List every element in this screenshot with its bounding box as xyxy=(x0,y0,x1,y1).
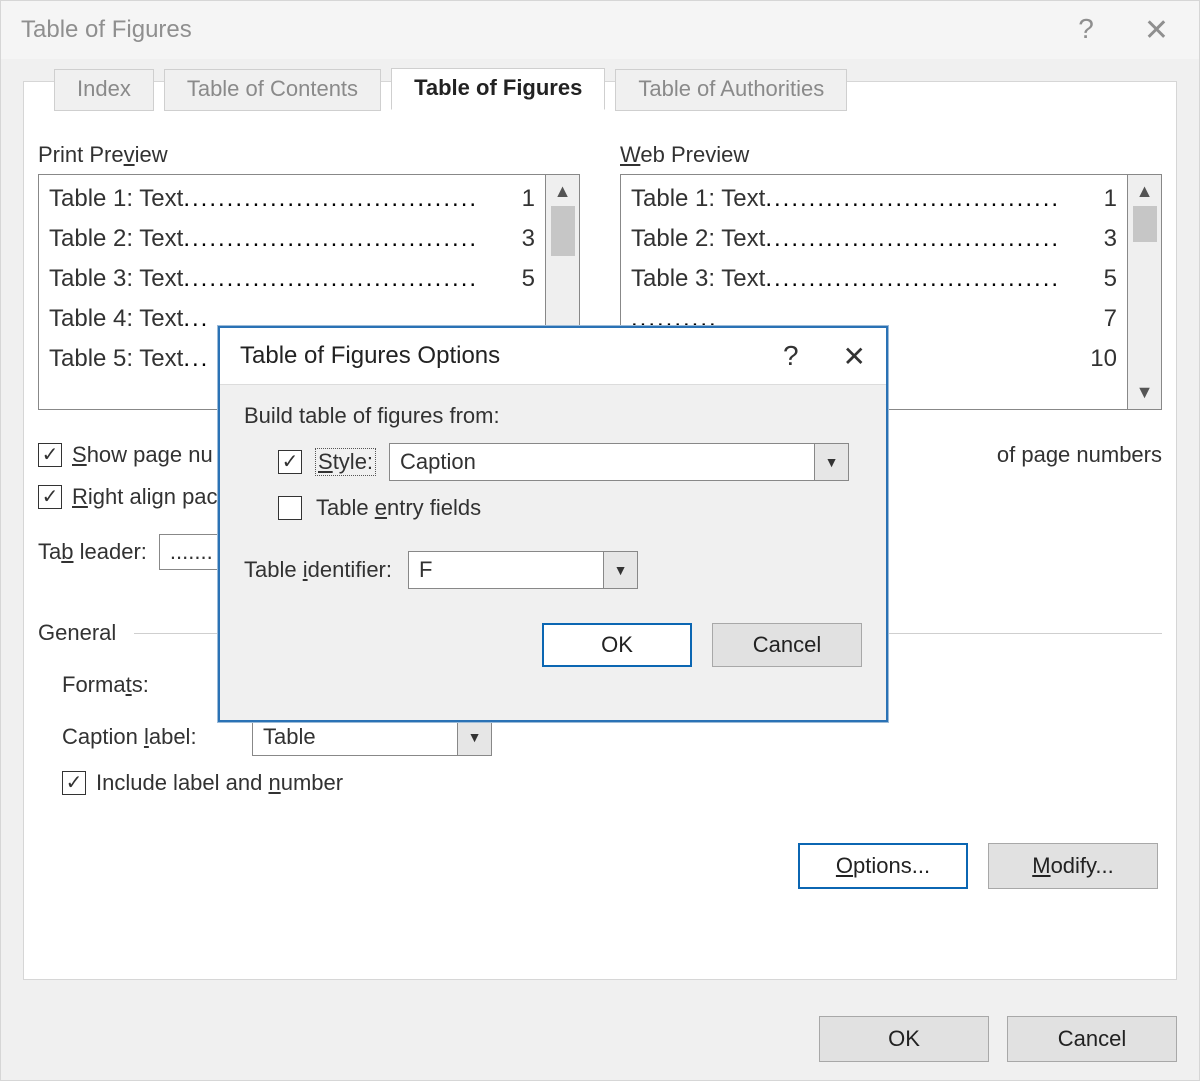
style-label: Style: xyxy=(316,449,375,475)
close-icon[interactable]: ✕ xyxy=(843,340,866,373)
checkbox-table-entry-fields[interactable] xyxy=(278,496,302,520)
build-from-label: Build table of figures from: xyxy=(244,403,862,429)
print-preview-label: Print Preview xyxy=(38,142,580,168)
tab-strip: Index Table of Contents Table of Figures… xyxy=(54,68,847,110)
modify-button[interactable]: Modify... xyxy=(988,843,1158,889)
caption-label-label: Caption label: xyxy=(62,724,232,750)
options-button[interactable]: Options... xyxy=(798,843,968,889)
help-icon[interactable]: ? xyxy=(1078,13,1094,48)
caption-label-combo[interactable]: Table ▼ xyxy=(252,718,492,756)
style-combo[interactable]: Caption ▼ xyxy=(389,443,849,481)
tab-table-of-contents[interactable]: Table of Contents xyxy=(164,69,381,111)
help-icon[interactable]: ? xyxy=(783,340,799,373)
tab-leader-label: Tab leader: xyxy=(38,539,147,565)
table-identifier-label: Table identifier: xyxy=(244,557,392,583)
checkbox-icon: ✓ xyxy=(62,771,86,795)
web-preview-label: Web Preview xyxy=(620,142,1162,168)
checkbox-style[interactable]: ✓ xyxy=(278,450,302,474)
scroll-thumb[interactable] xyxy=(1133,206,1157,242)
tab-index[interactable]: Index xyxy=(54,69,154,111)
dialog-table-of-figures-options: Table of Figures Options ? ✕ Build table… xyxy=(218,326,888,722)
checkbox-include-label-number[interactable]: ✓ Include label and number xyxy=(62,770,343,796)
checkbox-icon: ✓ xyxy=(38,485,62,509)
modal-title: Table of Figures Options xyxy=(240,342,500,370)
modal-cancel-button[interactable]: Cancel xyxy=(712,623,862,667)
chevron-down-icon[interactable]: ▼ xyxy=(603,552,637,588)
table-entry-fields-label: Table entry fields xyxy=(316,495,481,521)
scroll-up-icon[interactable]: ▲ xyxy=(1136,181,1154,202)
chevron-down-icon[interactable]: ▼ xyxy=(814,444,848,480)
tab-table-of-figures[interactable]: Table of Figures xyxy=(391,68,605,110)
close-icon[interactable]: ✕ xyxy=(1144,13,1169,48)
caption-label-value: Table xyxy=(253,719,457,755)
dialog-title: Table of Figures xyxy=(21,16,192,44)
ok-button[interactable]: OK xyxy=(819,1016,989,1062)
formats-label: Formats: xyxy=(62,672,232,698)
scroll-down-icon[interactable]: ▼ xyxy=(1136,382,1154,403)
tab-table-of-authorities[interactable]: Table of Authorities xyxy=(615,69,847,111)
checkbox-icon: ✓ xyxy=(38,443,62,467)
table-identifier-combo[interactable]: F ▼ xyxy=(408,551,638,589)
general-label: General xyxy=(38,620,116,646)
titlebar: Table of Figures ? ✕ xyxy=(1,1,1199,59)
hyperlinks-label-fragment: of page numbers xyxy=(997,442,1162,467)
scroll-up-icon[interactable]: ▲ xyxy=(554,181,572,202)
modal-ok-button[interactable]: OK xyxy=(542,623,692,667)
web-preview-scrollbar[interactable]: ▲ ▼ xyxy=(1128,174,1162,410)
chevron-down-icon[interactable]: ▼ xyxy=(457,719,491,755)
modal-titlebar: Table of Figures Options ? ✕ xyxy=(220,328,886,384)
cancel-button[interactable]: Cancel xyxy=(1007,1016,1177,1062)
table-identifier-value: F xyxy=(409,552,603,588)
style-value: Caption xyxy=(390,444,814,480)
scroll-thumb[interactable] xyxy=(551,206,575,256)
